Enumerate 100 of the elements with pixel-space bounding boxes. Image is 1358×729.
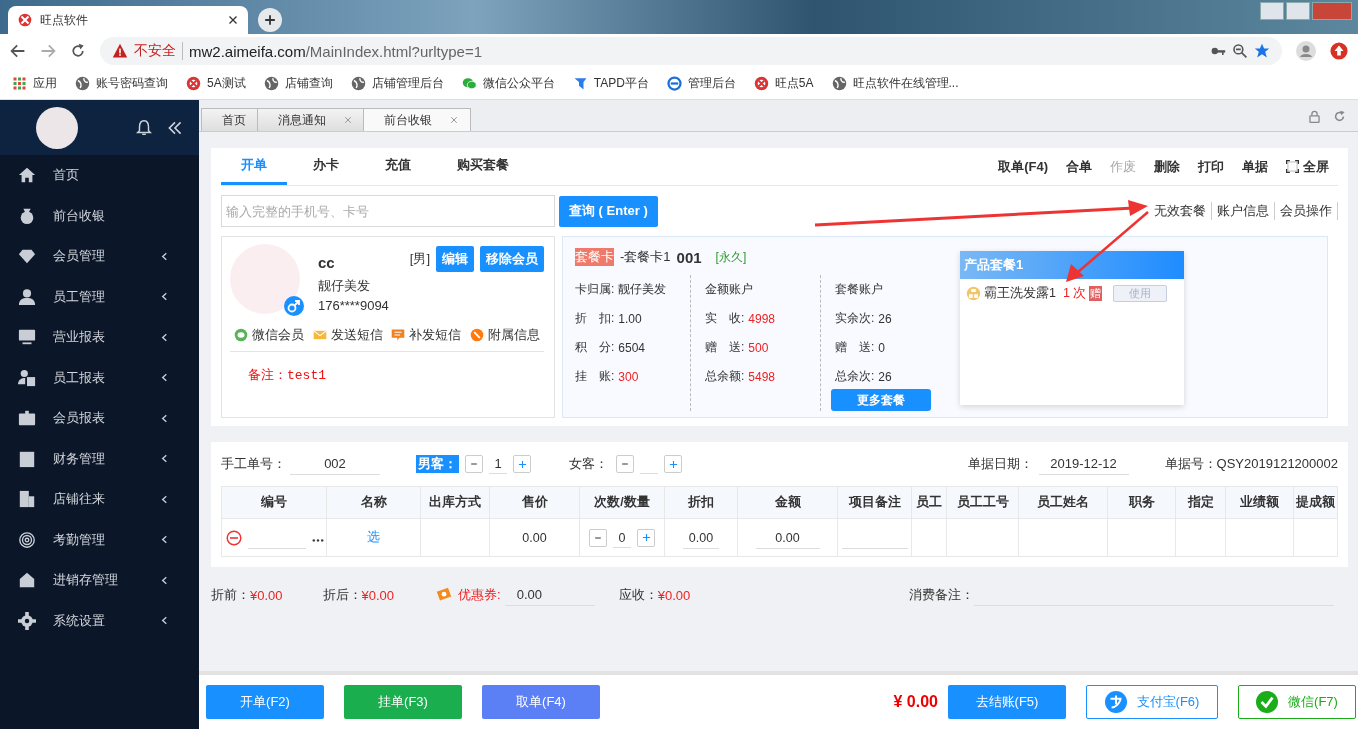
avatar [36,106,78,149]
double-chevron-icon[interactable] [167,119,183,136]
action-button[interactable]: 打印 [1189,148,1233,185]
plus-button[interactable] [664,455,682,473]
sidebar-item[interactable]: 进销存管理 [0,560,199,601]
star-icon[interactable] [1254,43,1270,59]
new-tab-button[interactable] [258,8,282,32]
field-label: 挂 账: [575,368,615,385]
member-action-link[interactable]: 补发短信 [391,326,462,344]
profile-icon[interactable] [1296,41,1316,61]
sidebar-item[interactable]: 店铺往来 [0,479,199,520]
bookmark[interactable]: 管理后台 [666,75,736,92]
coupon-field[interactable]: 0.00 [504,584,595,606]
field-label: 赠 送: [835,339,875,356]
guest-count: 1 [489,454,507,474]
minimize-button[interactable] [1260,2,1284,20]
action-button[interactable]: 删除 [1145,148,1189,185]
total-value: ¥0.00 [250,587,283,603]
sidebar-item[interactable]: 考勤管理 [0,519,199,560]
update-icon[interactable] [1330,42,1348,60]
action-button[interactable]: 取单(F4) [989,148,1057,185]
order-tab[interactable]: 购买套餐 [437,148,529,185]
member-action-link[interactable]: 微信会员 [234,326,305,344]
order-tab[interactable]: 办卡 [293,148,359,185]
guest-label: 男客： [416,455,459,473]
order-tab[interactable]: 充值 [365,148,431,185]
field-value: 6504 [618,340,646,355]
back-arrow-icon[interactable] [10,43,26,59]
member-link[interactable]: 无效套餐 [1149,202,1212,220]
bookmark[interactable]: 旺点软件在线管理... [831,75,959,92]
bookmark[interactable]: 店铺管理后台 [350,75,444,92]
column-header: 折扣 [664,486,738,519]
close-button[interactable] [1312,2,1352,20]
brand-logo-icon [186,76,201,91]
store-name: 靓仔美发 [318,277,371,295]
phone-number: 176****9094 [318,298,390,313]
sidebar-item[interactable]: 首页 [0,155,199,196]
sidebar-item[interactable]: 营业报表 [0,317,199,358]
member-action-link[interactable]: 发送短信 [312,326,383,344]
reload-icon[interactable] [70,43,86,59]
member-link[interactable]: 账户信息 [1212,202,1275,220]
action-button[interactable]: 合单 [1057,148,1101,185]
manual-number-field[interactable]: 002 [290,453,380,475]
diamond-icon [18,247,36,266]
sidebar-item[interactable]: 员工报表 [0,357,199,398]
globe-icon [75,76,90,91]
settings-icon [18,611,36,630]
sidebar-item[interactable]: 会员管理 [0,236,199,277]
member-link[interactable]: 会员操作 [1275,202,1338,220]
bookmark[interactable]: 账号密码查询 [75,75,168,92]
sidebar-item[interactable]: 系统设置 [0,600,199,641]
field-label: 总余次: [835,368,875,385]
bell-icon[interactable] [135,118,153,137]
minus-button[interactable] [465,455,483,473]
action-button[interactable]: 全屏 [1277,148,1338,185]
search-field[interactable]: 输入完整的手机号、卡号 [221,195,555,227]
male-icon [284,296,304,316]
bookmark[interactable]: TAPD平台 [572,75,649,92]
chevron-icon [160,575,169,585]
warning-icon [112,43,128,59]
chevron-icon [160,494,169,504]
footer-button[interactable]: 取单(F4) [482,685,600,719]
minus-button[interactable] [589,528,607,547]
sidebar-item[interactable]: 财务管理 [0,438,199,479]
address-bar[interactable]: 不安全 mw2.aimeifa.com/MainIndex.html?urltype=1 [100,37,1282,65]
member-action-link[interactable]: 附属信息 [469,326,540,344]
bookmark[interactable]: 旺点5A [753,75,814,92]
close-icon[interactable] [228,15,238,25]
sidebar-item[interactable]: 员工管理 [0,276,199,317]
validity-label: [永久] [715,248,747,266]
lock-icon[interactable] [1308,110,1321,123]
member-note: 备注：test1 [247,367,327,384]
minus-icon [470,460,478,468]
field-value: 0 [878,340,886,355]
column-header: 项目备注 [837,486,912,519]
action-button[interactable]: 单据 [1233,148,1277,185]
sidebar-item[interactable]: 前台收银 [0,195,199,236]
page-tab[interactable]: 前台收银 [363,108,471,131]
field-label: 套餐账户 [835,281,883,298]
date-field[interactable]: 2019-12-12 [1038,453,1129,475]
maximize-button[interactable] [1286,2,1310,20]
bookmark[interactable]: 应用 [12,75,57,92]
zoom-icon[interactable] [1232,43,1248,59]
minus-button[interactable] [616,455,634,473]
bookmark[interactable]: 店铺查询 [263,75,333,92]
page-tab[interactable]: 首页 [201,108,259,131]
total-amount: ¥ 0.00 [893,693,938,711]
bookmark[interactable]: 5A测试 [186,75,246,92]
sidebar-item[interactable]: 会员报表 [0,398,199,439]
bookmark[interactable]: 微信公众平台 [461,75,555,92]
remove-icon[interactable] [226,529,242,546]
plus-button[interactable] [513,455,531,473]
card-name: -套餐卡1 [620,248,671,266]
refresh-icon[interactable] [1333,110,1346,123]
page-tab[interactable]: 消息通知 [257,108,365,131]
usage-count: 1 次 [1062,285,1087,302]
plus-button[interactable] [637,528,655,547]
product-name: 霸王洗发露1 [984,285,1056,302]
document-icon [18,449,36,468]
forward-arrow-icon[interactable] [40,43,56,59]
